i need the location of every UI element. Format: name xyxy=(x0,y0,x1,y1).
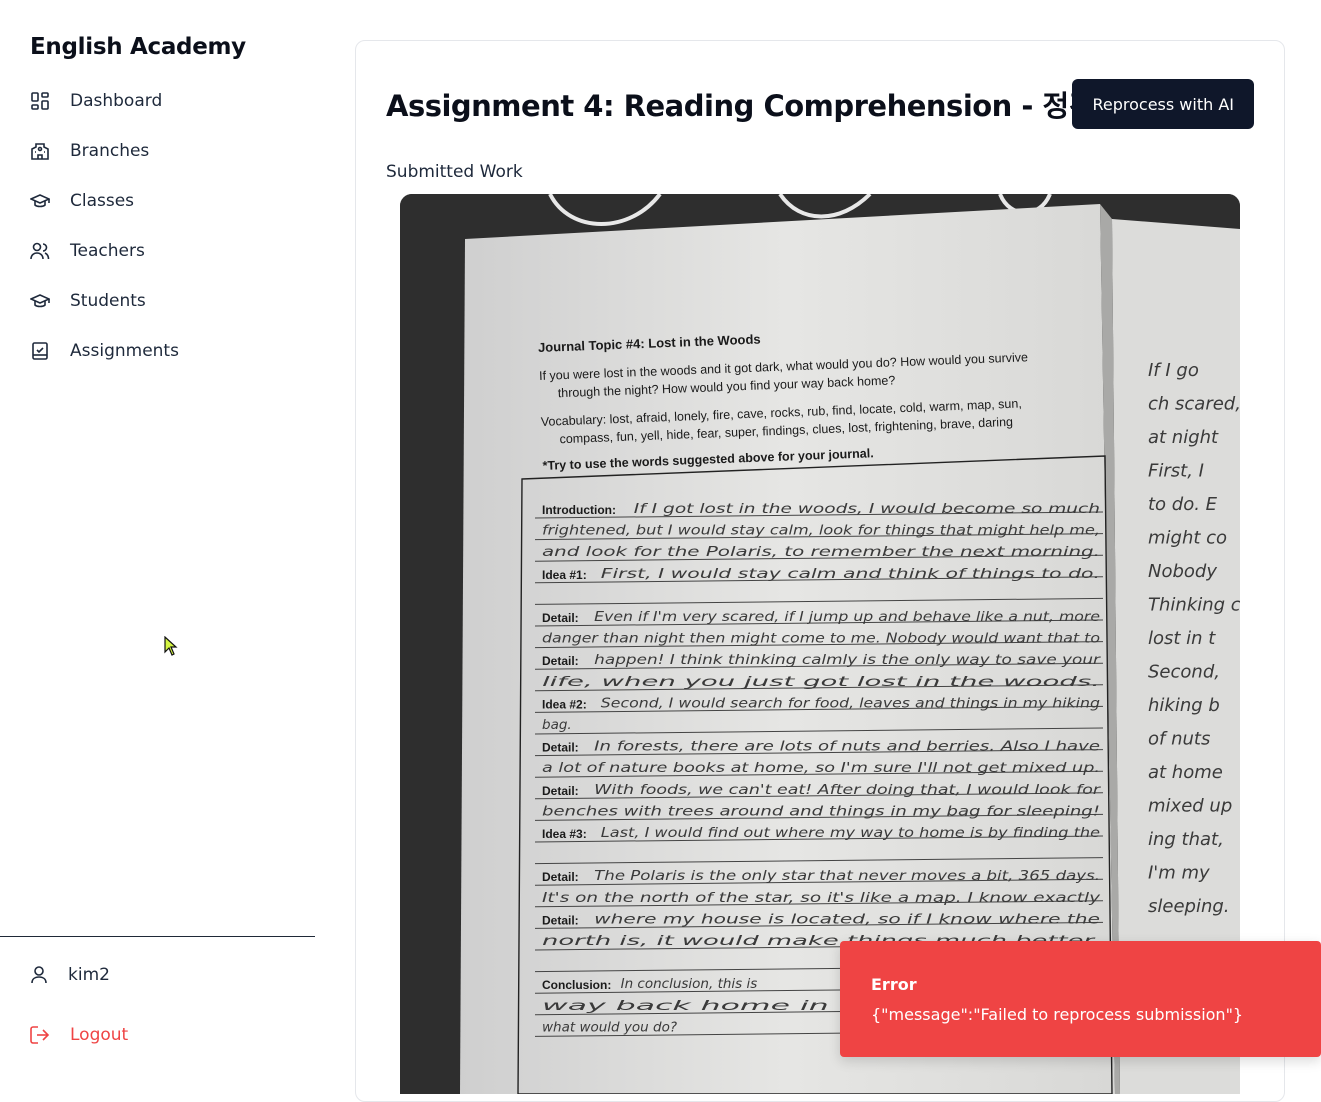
page-title: Assignment 4: Reading Comprehension - 정건… xyxy=(386,89,1122,123)
error-toast[interactable]: Error {"message":"Failed to reprocess su… xyxy=(840,941,1321,1057)
sidebar-item-assignments[interactable]: Assignments xyxy=(30,336,179,366)
graduation-cap-icon xyxy=(30,291,50,311)
right-page-line: to do. E xyxy=(1148,494,1218,515)
dashboard-icon xyxy=(30,91,50,111)
right-page-line: Second, xyxy=(1148,662,1220,683)
handwritten-line: In forests, there are lots of nuts and b… xyxy=(594,739,1100,755)
sidebar: English Academy Dashboard Branches Class… xyxy=(0,0,315,1075)
right-page-line: Thinking calm xyxy=(1148,595,1240,616)
sidebar-item-label: Dashboard xyxy=(70,91,163,111)
right-page-line: sleeping. xyxy=(1148,896,1230,917)
worksheet-row-label: Idea #1: xyxy=(542,568,587,582)
handwritten-line: If I got lost in the woods, I would beco… xyxy=(634,501,1100,517)
worksheet-row-label: Idea #3: xyxy=(542,827,587,841)
handwritten-line: Last, I would find out where my way to h… xyxy=(601,825,1100,841)
sidebar-item-label: Classes xyxy=(70,191,135,211)
right-page-line: mixed up xyxy=(1148,796,1232,817)
right-page-line: ing that, xyxy=(1148,829,1224,850)
handwritten-line: The Polaris is the only star that never … xyxy=(594,868,1100,884)
brand-title: English Academy xyxy=(30,34,246,60)
sidebar-item-dashboard[interactable]: Dashboard xyxy=(30,86,179,116)
handwritten-line: benches with trees around and things in … xyxy=(542,803,1100,819)
handwritten-line: life, when you just got lost in the wood… xyxy=(542,674,1100,690)
right-page-line: at night xyxy=(1148,427,1219,448)
building-icon xyxy=(30,141,50,161)
handwritten-line: In conclusion, this is xyxy=(621,976,758,992)
right-page-line: If I go xyxy=(1148,360,1199,381)
worksheet-row-label: Idea #2: xyxy=(542,697,587,711)
logout-button[interactable]: Logout xyxy=(30,1025,128,1045)
right-page-line: hiking b xyxy=(1148,695,1220,716)
sidebar-item-label: Branches xyxy=(70,141,150,161)
sidebar-divider xyxy=(0,936,315,937)
logout-icon xyxy=(30,1026,50,1044)
worksheet-row-label: Detail: xyxy=(542,784,579,798)
right-page-line: might co xyxy=(1148,528,1227,549)
sidebar-item-label: Teachers xyxy=(70,241,145,261)
notebook-icon xyxy=(30,341,50,361)
handwritten-line: With foods, we can't eat! After doing th… xyxy=(594,782,1102,798)
sidebar-item-students[interactable]: Students xyxy=(30,286,179,316)
user-icon xyxy=(30,966,48,984)
graduation-cap-icon xyxy=(30,191,50,211)
toast-title: Error xyxy=(871,975,917,994)
sidebar-item-teachers[interactable]: Teachers xyxy=(30,236,179,266)
users-icon xyxy=(30,241,50,261)
handwritten-line: First, I would stay calm and think of th… xyxy=(601,566,1100,582)
right-page-line: of nuts xyxy=(1148,729,1210,750)
worksheet-row-label: Introduction: xyxy=(542,503,616,517)
worksheet-row-label: Detail: xyxy=(542,741,579,755)
handwritten-line: what would you do? xyxy=(542,1019,677,1035)
handwritten-line: and look for the Polaris, to remember th… xyxy=(542,544,1100,560)
reprocess-button[interactable]: Reprocess with AI xyxy=(1072,79,1254,129)
handwritten-line: Even if I'm very scared, if I jump up an… xyxy=(594,609,1100,625)
right-page-line: ch scared, xyxy=(1148,394,1240,415)
right-page-line: First, I xyxy=(1148,461,1204,482)
worksheet-row-label: Detail: xyxy=(542,611,579,625)
handwritten-line: danger than night then might come to me.… xyxy=(542,631,1100,647)
worksheet-row-label: Conclusion: xyxy=(542,978,611,992)
user-profile[interactable]: kim2 xyxy=(30,965,110,985)
logout-label: Logout xyxy=(70,1025,129,1045)
worksheet-row-label: Detail: xyxy=(542,654,579,668)
sidebar-nav: Dashboard Branches Classes Teachers Stud… xyxy=(30,86,179,386)
handwritten-line: bag. xyxy=(542,717,572,733)
worksheet-row-label: Detail: xyxy=(542,913,579,927)
handwritten-line: happen! I think thinking calmly is the o… xyxy=(594,652,1102,668)
sidebar-item-label: Assignments xyxy=(70,341,179,361)
mouse-cursor-icon xyxy=(164,635,178,660)
handwritten-line: It's on the north of the star, so it's l… xyxy=(542,890,1101,906)
sidebar-item-branches[interactable]: Branches xyxy=(30,136,179,166)
sidebar-item-label: Students xyxy=(70,291,146,311)
user-name: kim2 xyxy=(68,965,110,985)
toast-message: {"message":"Failed to reprocess submissi… xyxy=(871,1005,1244,1024)
right-page-line: at home xyxy=(1148,762,1223,783)
handwritten-line: where my house is located, so if I know … xyxy=(594,911,1100,927)
worksheet-row-label: Detail: xyxy=(542,870,579,884)
right-page-line: lost in t xyxy=(1148,628,1216,649)
sidebar-item-classes[interactable]: Classes xyxy=(30,186,179,216)
right-page-line: I'm my xyxy=(1148,863,1210,884)
handwritten-line: frightened, but I would stay calm, look … xyxy=(542,523,1100,539)
submitted-work-label: Submitted Work xyxy=(386,162,523,182)
handwritten-line: Second, I would search for food, leaves … xyxy=(601,695,1101,711)
handwritten-line: a lot of nature books at home, so I'm su… xyxy=(542,760,1100,776)
right-page-line: Nobody xyxy=(1148,561,1217,582)
